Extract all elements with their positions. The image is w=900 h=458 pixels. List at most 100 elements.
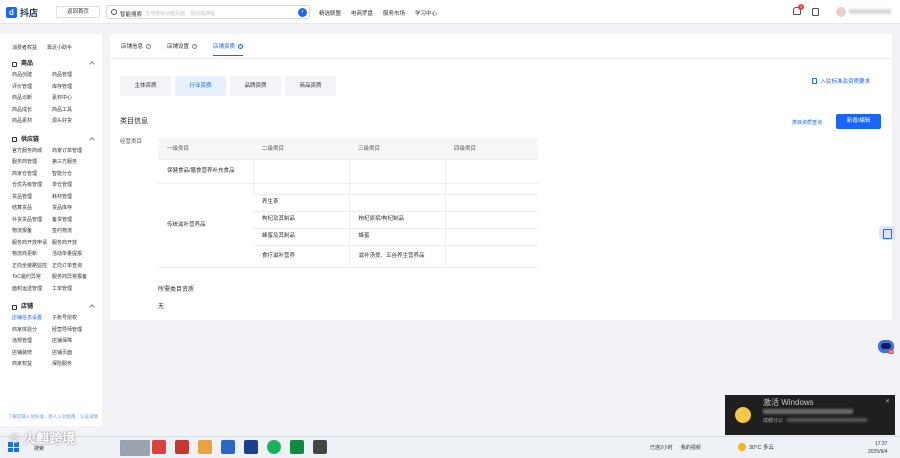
sidebar-item[interactable]: 店铺装修 xyxy=(12,348,52,360)
sidebar-item[interactable]: 耗材管理 xyxy=(52,192,102,204)
side-float-button[interactable] xyxy=(879,226,895,240)
segment-industry[interactable]: 行业资质 xyxy=(175,76,226,96)
sidebar-item[interactable]: 服务商开放 xyxy=(52,238,102,250)
sidebar-item[interactable]: 补货货品管理 xyxy=(12,215,52,227)
sidebar-item[interactable]: 商品诊断 xyxy=(12,93,52,105)
sidebar-item[interactable]: 店铺页面 xyxy=(52,348,102,360)
help-icon[interactable]: ? xyxy=(238,43,244,49)
sidebar-item[interactable]: 商家体验分 xyxy=(12,325,52,337)
sidebar-item[interactable]: 经营导师管理 xyxy=(52,325,102,337)
sidebar-item[interactable]: 商品创建 xyxy=(12,70,52,82)
user-name-blurred[interactable] xyxy=(849,9,891,14)
sidebar-item[interactable]: 评价管理 xyxy=(12,82,52,94)
sidebar-item[interactable]: 官方服务商城 xyxy=(12,146,52,158)
nav-item[interactable]: 电商罗盘 xyxy=(351,9,373,17)
sidebar-item[interactable]: 面积运送管理 xyxy=(12,284,52,296)
tab-label: 店铺资质 xyxy=(213,44,236,50)
app-icon[interactable] xyxy=(175,440,189,454)
taskbar-apps xyxy=(152,440,327,454)
sidebar-item[interactable]: 商品成长 xyxy=(12,105,52,117)
sidebar-group-title[interactable]: 店铺 xyxy=(0,301,102,313)
sidebar-item[interactable]: 库存管理 xyxy=(52,82,102,94)
sidebar-item[interactable]: 单仓管理 xyxy=(52,180,102,192)
needed-qualification-value: 无 xyxy=(158,304,165,310)
app-icon[interactable] xyxy=(198,440,212,454)
sidebar-quick-link[interactable]: 消费者权益 xyxy=(12,44,37,52)
sidebar-item[interactable]: 店铺保障 xyxy=(52,336,102,348)
home-button[interactable]: 返回首页 xyxy=(56,6,100,18)
tab-shop-settings[interactable]: 店铺设置? xyxy=(167,42,198,56)
sidebar-item[interactable]: 服务商管理 xyxy=(12,157,52,169)
sidebar-item[interactable]: 货品库存 xyxy=(52,203,102,215)
sidebar-item[interactable]: 仓优先级管理 xyxy=(12,180,52,192)
sidebar-item[interactable]: 商家订单管理 xyxy=(52,146,102,158)
sidebar-item[interactable]: 智能分仓 xyxy=(52,169,102,181)
requirements-link[interactable]: 入驻标准及资质要求 xyxy=(812,77,870,85)
nav-item[interactable]: 学习中心 xyxy=(415,9,437,17)
sidebar-item[interactable]: 子账号授权 xyxy=(52,313,102,325)
sidebar-quick-link[interactable]: 靠近小助手 xyxy=(47,44,72,52)
sidebar-group-title[interactable]: 供应链 xyxy=(0,134,102,146)
category-query-link[interactable]: 类目资质查询 xyxy=(792,119,822,126)
sidebar-item[interactable]: ToC履约异常 xyxy=(12,272,52,284)
app-logo[interactable]: d 抖店 xyxy=(6,6,38,19)
sidebar-item[interactable]: 违规管理 xyxy=(12,336,52,348)
assistant-robot-icon[interactable]: 99 xyxy=(876,338,896,360)
table-cell xyxy=(348,159,445,184)
search-submit-button[interactable]: › xyxy=(298,8,307,17)
weather-widget[interactable]: 30°C 多云 xyxy=(738,443,774,451)
notification-toast[interactable]: 激活 Windows 成都分公 ✕ xyxy=(725,395,895,435)
sidebar-item[interactable]: 素材中心 xyxy=(52,93,102,105)
sidebar-item[interactable]: 备货管理 xyxy=(52,215,102,227)
clock-date: 2025/9/4 xyxy=(868,449,888,455)
sidebar-item[interactable]: 活动单量提报 xyxy=(52,249,102,261)
sidebar-item[interactable]: 正向订单查询 xyxy=(52,261,102,273)
app-icon[interactable] xyxy=(313,440,327,454)
avatar[interactable] xyxy=(836,7,846,17)
segment-product[interactable]: 商品资质 xyxy=(285,76,336,96)
top-bar: d 抖店 返回首页 智能搜索 支持搜索功能页面、规则或课程 › 精选联盟 电商罗… xyxy=(0,0,900,24)
sidebar-item[interactable]: 结算货品 xyxy=(12,203,52,215)
tab-shop-info[interactable]: 店铺信息? xyxy=(121,42,152,56)
sidebar-item[interactable]: 店铺信息设置 xyxy=(12,313,52,325)
taskbar-thumbnail[interactable] xyxy=(120,440,150,456)
sidebar-item[interactable]: 签约物流 xyxy=(52,226,102,238)
help-icon[interactable]: ? xyxy=(146,43,152,49)
tray-text[interactable]: 已连2小时 xyxy=(650,444,673,451)
app-icon[interactable] xyxy=(152,440,166,454)
segment-entity[interactable]: 主体资质 xyxy=(120,76,171,96)
document-icon[interactable] xyxy=(812,8,819,16)
sidebar-item[interactable]: 商家权益 xyxy=(12,359,52,371)
sidebar-group-title[interactable]: 商品 xyxy=(0,58,102,70)
bottom-guide-link[interactable]: 了解店铺入驻标准、新人入驻指南、认证详情 xyxy=(8,414,98,420)
sidebar-item[interactable]: 服务商异常报备 xyxy=(52,272,102,284)
sidebar-item[interactable]: 第三方服务 xyxy=(52,157,102,169)
sidebar-item[interactable]: 商品管理 xyxy=(52,70,102,82)
app-icon[interactable] xyxy=(221,440,235,454)
app-icon[interactable] xyxy=(290,440,304,454)
divider xyxy=(110,58,892,59)
segment-brand[interactable]: 品牌资质 xyxy=(230,76,281,96)
sidebar-item[interactable]: 保险服务 xyxy=(52,359,102,371)
help-icon[interactable]: ? xyxy=(192,43,198,49)
add-edit-button[interactable]: 新增/编辑 xyxy=(836,114,881,129)
nav-item[interactable]: 服务市场 xyxy=(383,9,405,17)
nav-item[interactable]: 精选联盟 xyxy=(319,9,341,17)
sidebar-item[interactable]: 物流商更新 xyxy=(12,249,52,261)
sidebar-item[interactable]: 商家仓管理 xyxy=(12,169,52,181)
close-icon[interactable]: ✕ xyxy=(885,398,890,405)
app-icon[interactable] xyxy=(244,440,258,454)
search-input[interactable]: 智能搜索 支持搜索功能页面、规则或课程 › xyxy=(106,5,310,19)
sidebar-item[interactable]: 正向全链路监控 xyxy=(12,261,52,273)
clock[interactable]: 17:37 2025/9/4 xyxy=(868,440,887,456)
wechat-icon[interactable] xyxy=(267,440,281,454)
sidebar-item[interactable]: 源头好货 xyxy=(52,116,102,128)
sidebar-item[interactable]: 物流报备 xyxy=(12,226,52,238)
sidebar-item[interactable]: 商品素材 xyxy=(12,116,52,128)
tray-text[interactable]: 我的视频 xyxy=(681,444,701,451)
tab-shop-qualification[interactable]: 店铺资质? xyxy=(213,42,244,56)
sidebar-item[interactable]: 商品工具 xyxy=(52,105,102,117)
sidebar-item[interactable]: 服务商开放申请 xyxy=(12,238,52,250)
sidebar-item[interactable]: 工单管理 xyxy=(52,284,102,296)
sidebar-item[interactable]: 货品管理 xyxy=(12,192,52,204)
